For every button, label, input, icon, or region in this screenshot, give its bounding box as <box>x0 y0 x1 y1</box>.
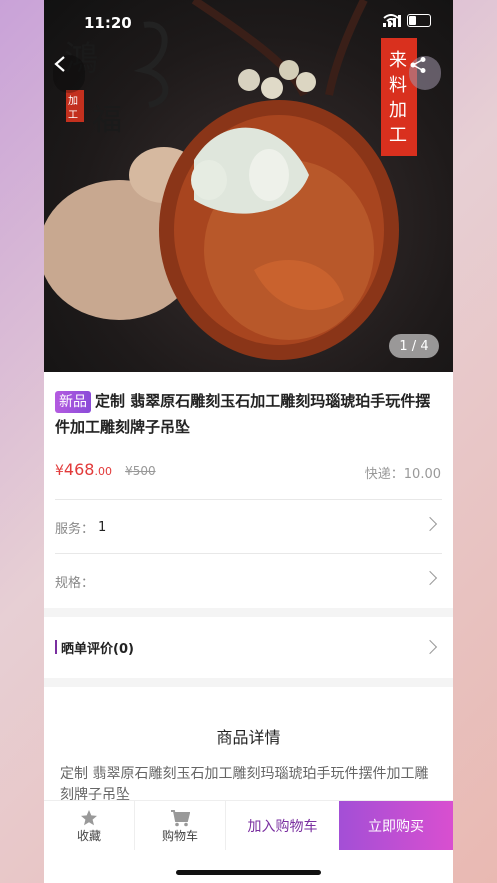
battery-icon <box>407 14 431 27</box>
divider <box>55 553 442 554</box>
star-icon <box>81 809 97 825</box>
wifi-icon <box>383 14 399 26</box>
spec-label: 规格： <box>55 575 95 591</box>
art-char-2: 福 <box>92 103 122 138</box>
service-label: 服务： <box>55 521 95 537</box>
price-decimal: .00 <box>94 465 112 478</box>
favorite-button[interactable]: 收藏 <box>44 801 135 851</box>
original-price: ¥500 <box>125 464 156 478</box>
chevron-right-icon <box>422 516 438 532</box>
divider <box>55 499 442 500</box>
hero-banner-text: 来料加工 <box>389 50 407 146</box>
price-row: ¥468.00 ¥500 快递：10.00 <box>55 460 441 484</box>
chevron-right-icon <box>422 639 438 655</box>
review-accent-bar <box>55 640 57 654</box>
buy-now-button[interactable]: 立即购买 <box>339 801 453 851</box>
service-row[interactable]: 服务： 1 <box>55 501 441 553</box>
share-button[interactable] <box>409 56 441 90</box>
section-gap <box>44 608 453 617</box>
review-title: 晒单评价(0) <box>61 641 134 657</box>
status-icons <box>383 14 431 27</box>
section-gap <box>44 678 453 687</box>
status-time: 11:20 <box>84 14 132 32</box>
review-row[interactable]: 晒单评价(0) <box>55 624 441 670</box>
phone-screen: 鴻 福 加 工 来料加工 11:20 1 / 4 新品 定制 翡翠原石雕刻玉石加… <box>44 0 453 883</box>
price-integer: 468 <box>63 460 95 479</box>
art-char-3: 加 <box>68 95 78 107</box>
favorite-label: 收藏 <box>76 828 101 843</box>
back-button[interactable] <box>53 55 85 93</box>
art-char-4: 工 <box>68 110 78 121</box>
chevron-left-icon <box>54 56 65 72</box>
service-value: 1 <box>98 519 107 535</box>
cart-button[interactable]: 购物车 <box>135 801 226 851</box>
image-pager: 1 / 4 <box>389 334 439 358</box>
product-title: 新品 定制 翡翠原石雕刻玉石加工雕刻玛瑙琥珀手玩件摆件加工雕刻牌子吊坠 <box>55 388 441 440</box>
detail-heading: 商品详情 <box>216 728 281 747</box>
current-price: ¥468.00 <box>55 460 112 479</box>
product-image-carousel[interactable]: 鴻 福 加 工 来料加工 11:20 1 / 4 <box>44 0 453 372</box>
cart-icon <box>171 809 190 826</box>
home-indicator <box>176 870 321 875</box>
spec-row[interactable]: 规格： <box>55 555 441 607</box>
shipping-fee: 快递：10.00 <box>364 467 441 482</box>
new-badge: 新品 <box>55 391 91 413</box>
chevron-right-icon <box>422 570 438 586</box>
cart-label: 购物车 <box>161 828 198 843</box>
add-to-cart-button[interactable]: 加入购物车 <box>226 801 339 851</box>
price-symbol: ¥ <box>55 463 64 479</box>
bottom-action-bar: 收藏 购物车 加入购物车 立即购买 <box>44 800 453 851</box>
home-area <box>44 850 453 883</box>
share-icon <box>410 57 426 73</box>
product-title-text: 定制 翡翠原石雕刻玉石加工雕刻玛瑙琥珀手玩件摆件加工雕刻牌子吊坠 <box>55 392 431 436</box>
